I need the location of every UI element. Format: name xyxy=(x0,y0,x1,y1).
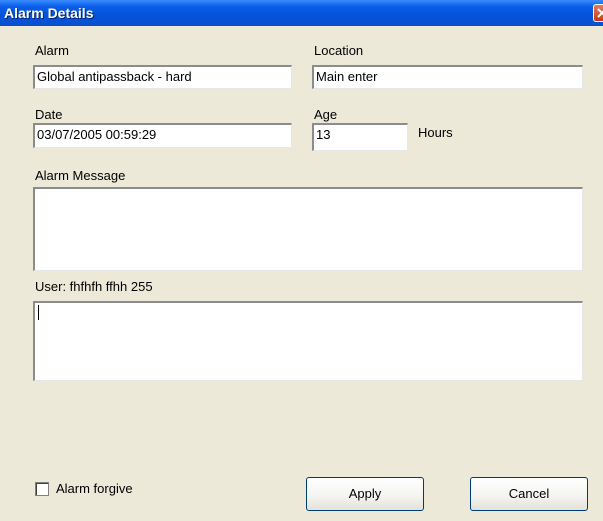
dialog-body: Alarm Global antipassback - hard Locatio… xyxy=(0,26,600,521)
alarm-message-textarea[interactable] xyxy=(33,187,583,271)
alarm-forgive-label[interactable]: Alarm forgive xyxy=(56,481,133,496)
alarm-forgive-checkbox[interactable] xyxy=(35,482,49,496)
apply-button[interactable]: Apply xyxy=(306,477,424,511)
date-label: Date xyxy=(35,107,63,122)
user-label: User: fhfhfh ffhh 255 xyxy=(35,279,153,294)
date-field[interactable]: 03/07/2005 00:59:29 xyxy=(33,123,292,148)
location-label: Location xyxy=(314,43,364,58)
alarm-message-label: Alarm Message xyxy=(35,168,126,183)
cancel-button[interactable]: Cancel xyxy=(470,477,588,511)
age-unit-label: Hours xyxy=(418,125,453,140)
close-icon xyxy=(597,8,603,18)
user-textarea[interactable] xyxy=(33,301,583,381)
alarm-details-dialog: Alarm Details Alarm Global antipassback … xyxy=(0,0,603,521)
close-button[interactable] xyxy=(593,4,603,22)
title-bar[interactable]: Alarm Details xyxy=(0,0,603,26)
alarm-label: Alarm xyxy=(35,43,69,58)
window-title: Alarm Details xyxy=(4,5,94,21)
location-field[interactable]: Main enter xyxy=(312,65,583,89)
age-label: Age xyxy=(314,107,338,122)
age-field[interactable]: 13 xyxy=(312,123,408,151)
alarm-field[interactable]: Global antipassback - hard xyxy=(33,65,292,89)
text-cursor xyxy=(38,305,39,320)
